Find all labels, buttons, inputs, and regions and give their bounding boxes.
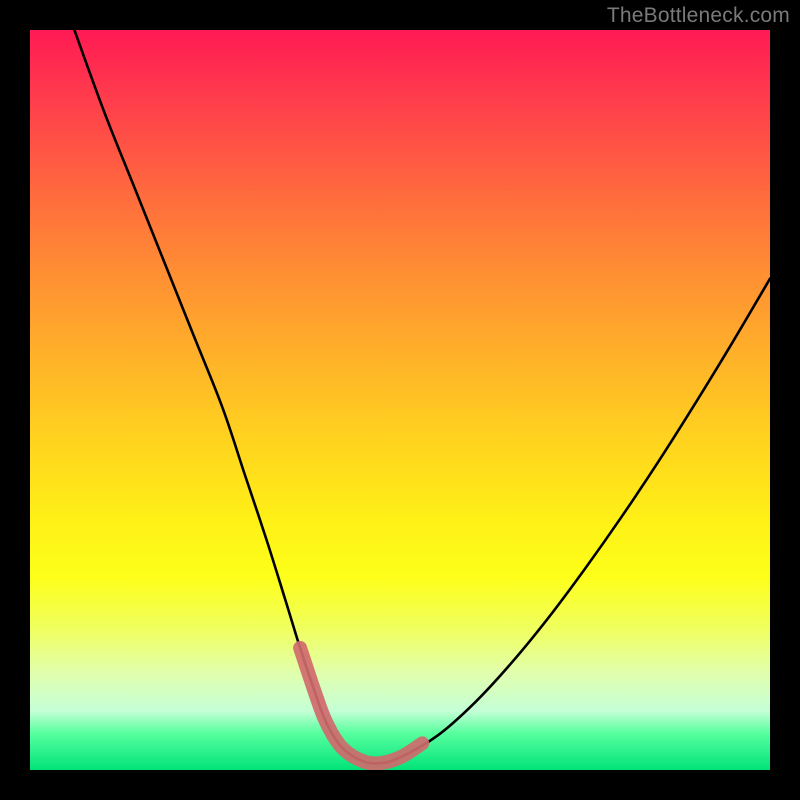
bottleneck-curve: [74, 30, 770, 763]
watermark-text: TheBottleneck.com: [607, 4, 790, 28]
highlight-region: [300, 648, 422, 764]
plot-area: [30, 30, 770, 770]
chart-frame: TheBottleneck.com: [0, 0, 800, 800]
chart-svg: [30, 30, 770, 770]
